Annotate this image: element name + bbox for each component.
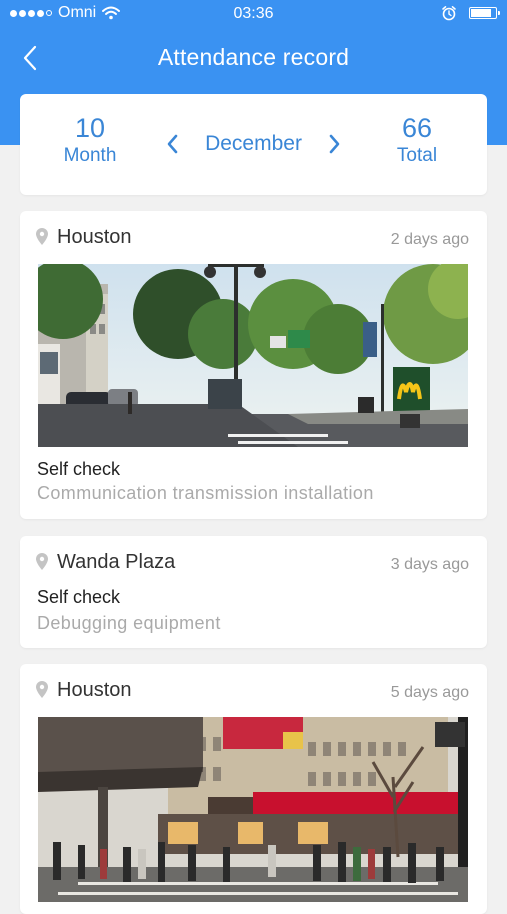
month-stat: 10 Month — [40, 112, 140, 168]
record-time-ago: 5 days ago — [390, 684, 469, 701]
total-stat: 66 Total — [367, 112, 467, 168]
record-photo[interactable] — [38, 264, 468, 447]
record-time-ago: 3 days ago — [390, 556, 469, 573]
record-header: Houston 5 days ago — [36, 678, 469, 706]
navigation-bar: Attendance record — [0, 28, 507, 90]
total-label: Total — [396, 145, 438, 166]
status-bar: Omni 03:36 — [0, 0, 507, 28]
location-pin-icon — [36, 681, 48, 698]
status-time: 03:36 — [233, 5, 274, 22]
record-time-ago: 2 days ago — [390, 231, 469, 248]
record-header: Houston 2 days ago — [36, 225, 469, 253]
record-location: Houston — [57, 226, 132, 248]
month-selector: December — [160, 124, 347, 164]
chevron-right-icon — [329, 134, 340, 154]
current-month: December — [205, 132, 302, 155]
record-card[interactable]: Houston 5 days ago — [20, 664, 487, 914]
location-pin-icon — [36, 553, 48, 570]
chevron-left-icon — [167, 134, 178, 154]
page-title: Attendance record — [157, 44, 350, 70]
record-photo[interactable] — [38, 717, 468, 902]
record-check-type: Self check — [37, 459, 121, 479]
department-store-photo-image — [38, 717, 468, 902]
record-description: Communication transmission installation — [37, 483, 374, 503]
battery-icon — [469, 7, 500, 19]
record-check-type: Self check — [37, 587, 121, 607]
total-number: 66 — [401, 113, 433, 143]
record-card[interactable]: Wanda Plaza 3 days ago Self check Debugg… — [20, 536, 487, 648]
street-photo-image — [38, 264, 468, 447]
record-header: Wanda Plaza 3 days ago — [36, 550, 469, 578]
next-month-button[interactable] — [323, 132, 347, 156]
record-card[interactable]: Houston 2 days ago Self check Communicat… — [20, 211, 487, 519]
location-pin-icon — [36, 228, 48, 245]
status-right — [441, 5, 500, 21]
alarm-icon — [442, 6, 456, 21]
previous-month-button[interactable] — [160, 132, 184, 156]
summary-card: 10 Month December 66 Total — [20, 94, 487, 195]
record-description: Debugging equipment — [37, 613, 221, 633]
month-label: Month — [63, 145, 117, 166]
record-location: Houston — [57, 679, 132, 701]
month-number: 10 — [74, 113, 106, 143]
record-location: Wanda Plaza — [57, 551, 176, 573]
